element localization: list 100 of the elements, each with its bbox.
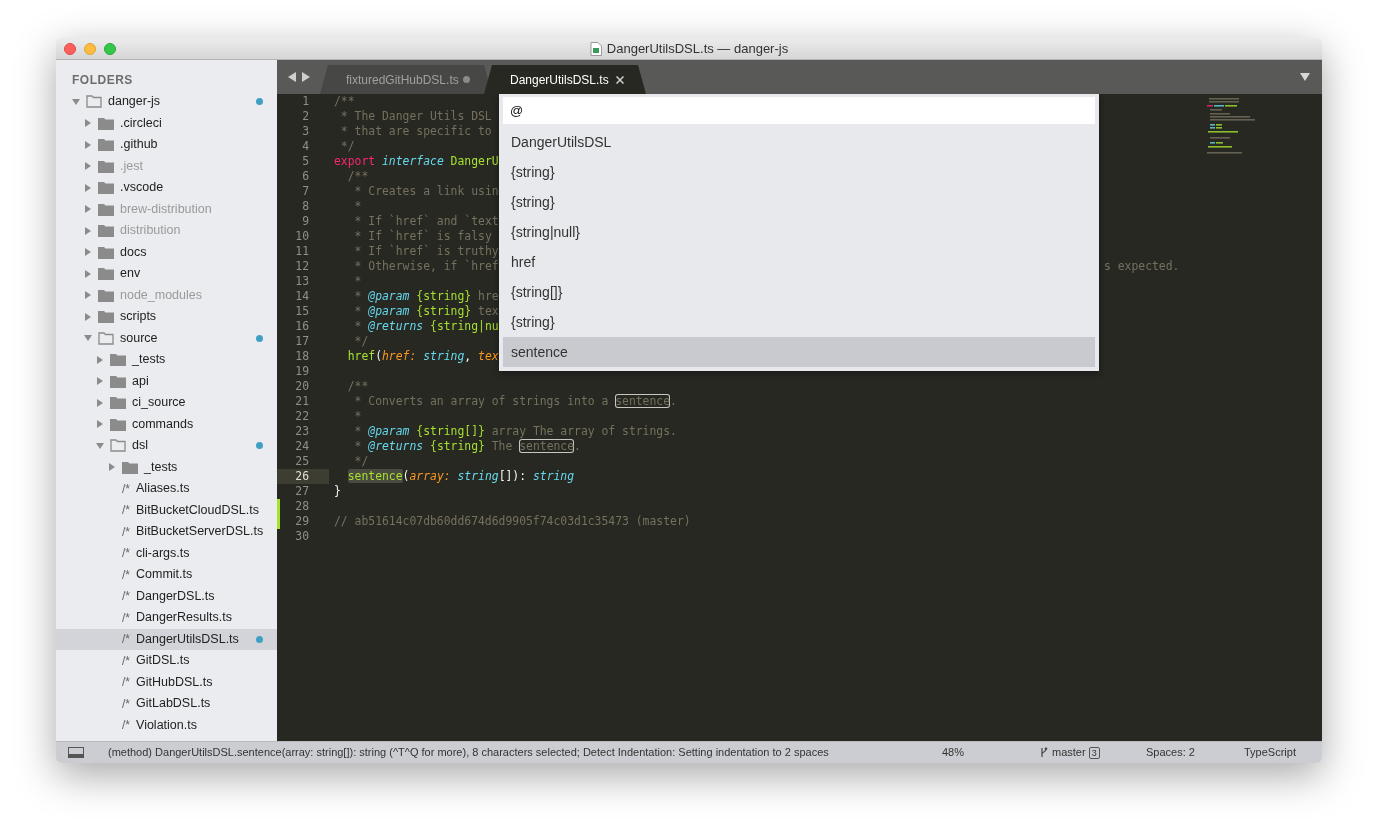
file-row[interactable]: /* GitDSL.ts [56, 650, 277, 672]
symbol-search-field[interactable]: @ [503, 97, 1095, 124]
branch-indicator[interactable]: master 3 [1040, 744, 1146, 761]
folder-row[interactable]: .github [56, 134, 277, 156]
file-row[interactable]: /* GitHubDSL.ts [56, 671, 277, 693]
folder-row[interactable]: commands [56, 413, 277, 435]
collapsed-arrow-icon[interactable] [96, 377, 104, 386]
collapsed-arrow-icon[interactable] [84, 312, 92, 321]
file-row[interactable]: /* DangerResults.ts [56, 607, 277, 629]
folder-row[interactable]: _tests [56, 456, 277, 478]
zoom-level: 48% [942, 745, 966, 761]
file-row[interactable]: /* GitLabDSL.ts [56, 693, 277, 715]
file-row[interactable]: /* BitBucketServerDSL.ts [56, 521, 277, 543]
file-name: GitHubDSL.ts [136, 673, 213, 691]
file-row[interactable]: /* DangerDSL.ts [56, 585, 277, 607]
collapsed-arrow-icon[interactable] [96, 355, 104, 364]
folder-row[interactable]: source [56, 327, 277, 349]
symbol-item[interactable]: {string|null} [503, 217, 1095, 247]
file-type-icon: /* [122, 587, 130, 606]
folder-row[interactable]: .vscode [56, 177, 277, 199]
folder-name: api [132, 372, 149, 390]
symbol-item[interactable]: {string[]} [503, 277, 1095, 307]
code-line: * @param {string} hre [353, 289, 499, 304]
folder-name: env [120, 265, 141, 283]
expanded-arrow-icon[interactable] [96, 441, 104, 450]
line-number: 15 [295, 302, 309, 320]
folder-row[interactable]: dsl [56, 435, 277, 457]
folder-row[interactable]: _tests [56, 349, 277, 371]
collapsed-arrow-icon[interactable] [84, 119, 92, 128]
collapsed-arrow-icon[interactable] [84, 162, 92, 171]
file-name: DangerResults.ts [136, 609, 232, 627]
forward-arrow-icon[interactable] [301, 72, 310, 82]
collapsed-arrow-icon[interactable] [84, 226, 92, 235]
line-number: 19 [295, 362, 309, 380]
code-line: */ [353, 454, 369, 469]
folder-icon [122, 460, 138, 474]
collapsed-arrow-icon[interactable] [84, 248, 92, 257]
symbol-item[interactable]: DangerUtilsDSL [503, 127, 1095, 157]
file-type-icon: /* [122, 565, 130, 584]
file-name: Commit.ts [136, 566, 193, 584]
code-line: * Otherwise, if `href [353, 259, 499, 274]
code-editor[interactable] [277, 94, 1322, 741]
folder-row[interactable]: danger-js [56, 91, 277, 113]
folder-row[interactable]: env [56, 263, 277, 285]
back-arrow-icon[interactable] [288, 72, 297, 82]
file-row[interactable]: /* BitBucketCloudDSL.ts [56, 499, 277, 521]
line-number: 30 [295, 527, 309, 545]
folder-row[interactable]: docs [56, 241, 277, 263]
branch-icon [1040, 747, 1048, 758]
folder-row[interactable]: scripts [56, 306, 277, 328]
line-number: 12 [295, 257, 309, 275]
editor-tab[interactable]: DangerUtilsDSL.ts [484, 65, 646, 94]
collapsed-arrow-icon[interactable] [84, 291, 92, 300]
line-number: 22 [295, 407, 309, 425]
symbol-item[interactable]: {string} [503, 157, 1095, 187]
symbol-item[interactable]: {string} [503, 187, 1095, 217]
minimap-drawing[interactable] [1207, 96, 1257, 156]
file-row[interactable]: /* cli-args.ts [56, 542, 277, 564]
symbol-item[interactable]: {string} [503, 307, 1095, 337]
file-row[interactable]: /* Commit.ts [56, 564, 277, 586]
collapsed-arrow-icon[interactable] [108, 463, 116, 472]
panel-toggle-icon[interactable] [68, 747, 84, 758]
folder-row[interactable]: .circleci [56, 112, 277, 134]
line-number: 6 [302, 167, 309, 185]
code-line: * @returns {string|nu [353, 319, 499, 334]
collapsed-arrow-icon[interactable] [84, 183, 92, 192]
close-button[interactable] [64, 43, 76, 55]
file-type-icon: /* [122, 673, 130, 692]
collapsed-arrow-icon[interactable] [96, 420, 104, 429]
collapsed-arrow-icon[interactable] [84, 269, 92, 278]
collapsed-arrow-icon[interactable] [84, 140, 92, 149]
folder-row[interactable]: ci_source [56, 392, 277, 414]
file-row[interactable]: /* DangerUtilsDSL.ts [56, 628, 277, 650]
zoom-button[interactable] [104, 43, 116, 55]
code-line: */ [339, 139, 355, 154]
collapsed-arrow-icon[interactable] [84, 205, 92, 214]
indentation-setting[interactable]: Spaces: 2 [1146, 744, 1244, 761]
symbol-item[interactable]: sentence [503, 337, 1095, 367]
expanded-arrow-icon[interactable] [72, 97, 80, 106]
dropdown-caret-icon[interactable] [1300, 73, 1310, 81]
minimize-button[interactable] [84, 43, 96, 55]
folder-icon [98, 288, 114, 302]
code-line: * If `href` and `text [353, 214, 499, 229]
folder-icon [98, 267, 114, 281]
collapsed-arrow-icon[interactable] [96, 398, 104, 407]
symbol-item[interactable]: href [503, 247, 1095, 277]
folder-name: .circleci [120, 114, 162, 132]
file-name: GitDSL.ts [136, 652, 190, 670]
file-row[interactable]: /* Aliases.ts [56, 478, 277, 500]
close-tab-icon[interactable] [616, 75, 624, 84]
expanded-arrow-icon[interactable] [84, 334, 92, 343]
folder-name: .vscode [120, 179, 164, 197]
file-name: GitLabDSL.ts [136, 695, 211, 713]
syntax-mode[interactable]: TypeScript [1244, 744, 1296, 761]
folder-row[interactable]: api [56, 370, 277, 392]
file-row[interactable]: /* Violation.ts [56, 714, 277, 736]
code-line: * [353, 409, 362, 424]
open-folder-icon [86, 95, 102, 109]
line-number: 4 [302, 137, 309, 155]
code-line: sentence(array: string[]): string [346, 469, 575, 484]
